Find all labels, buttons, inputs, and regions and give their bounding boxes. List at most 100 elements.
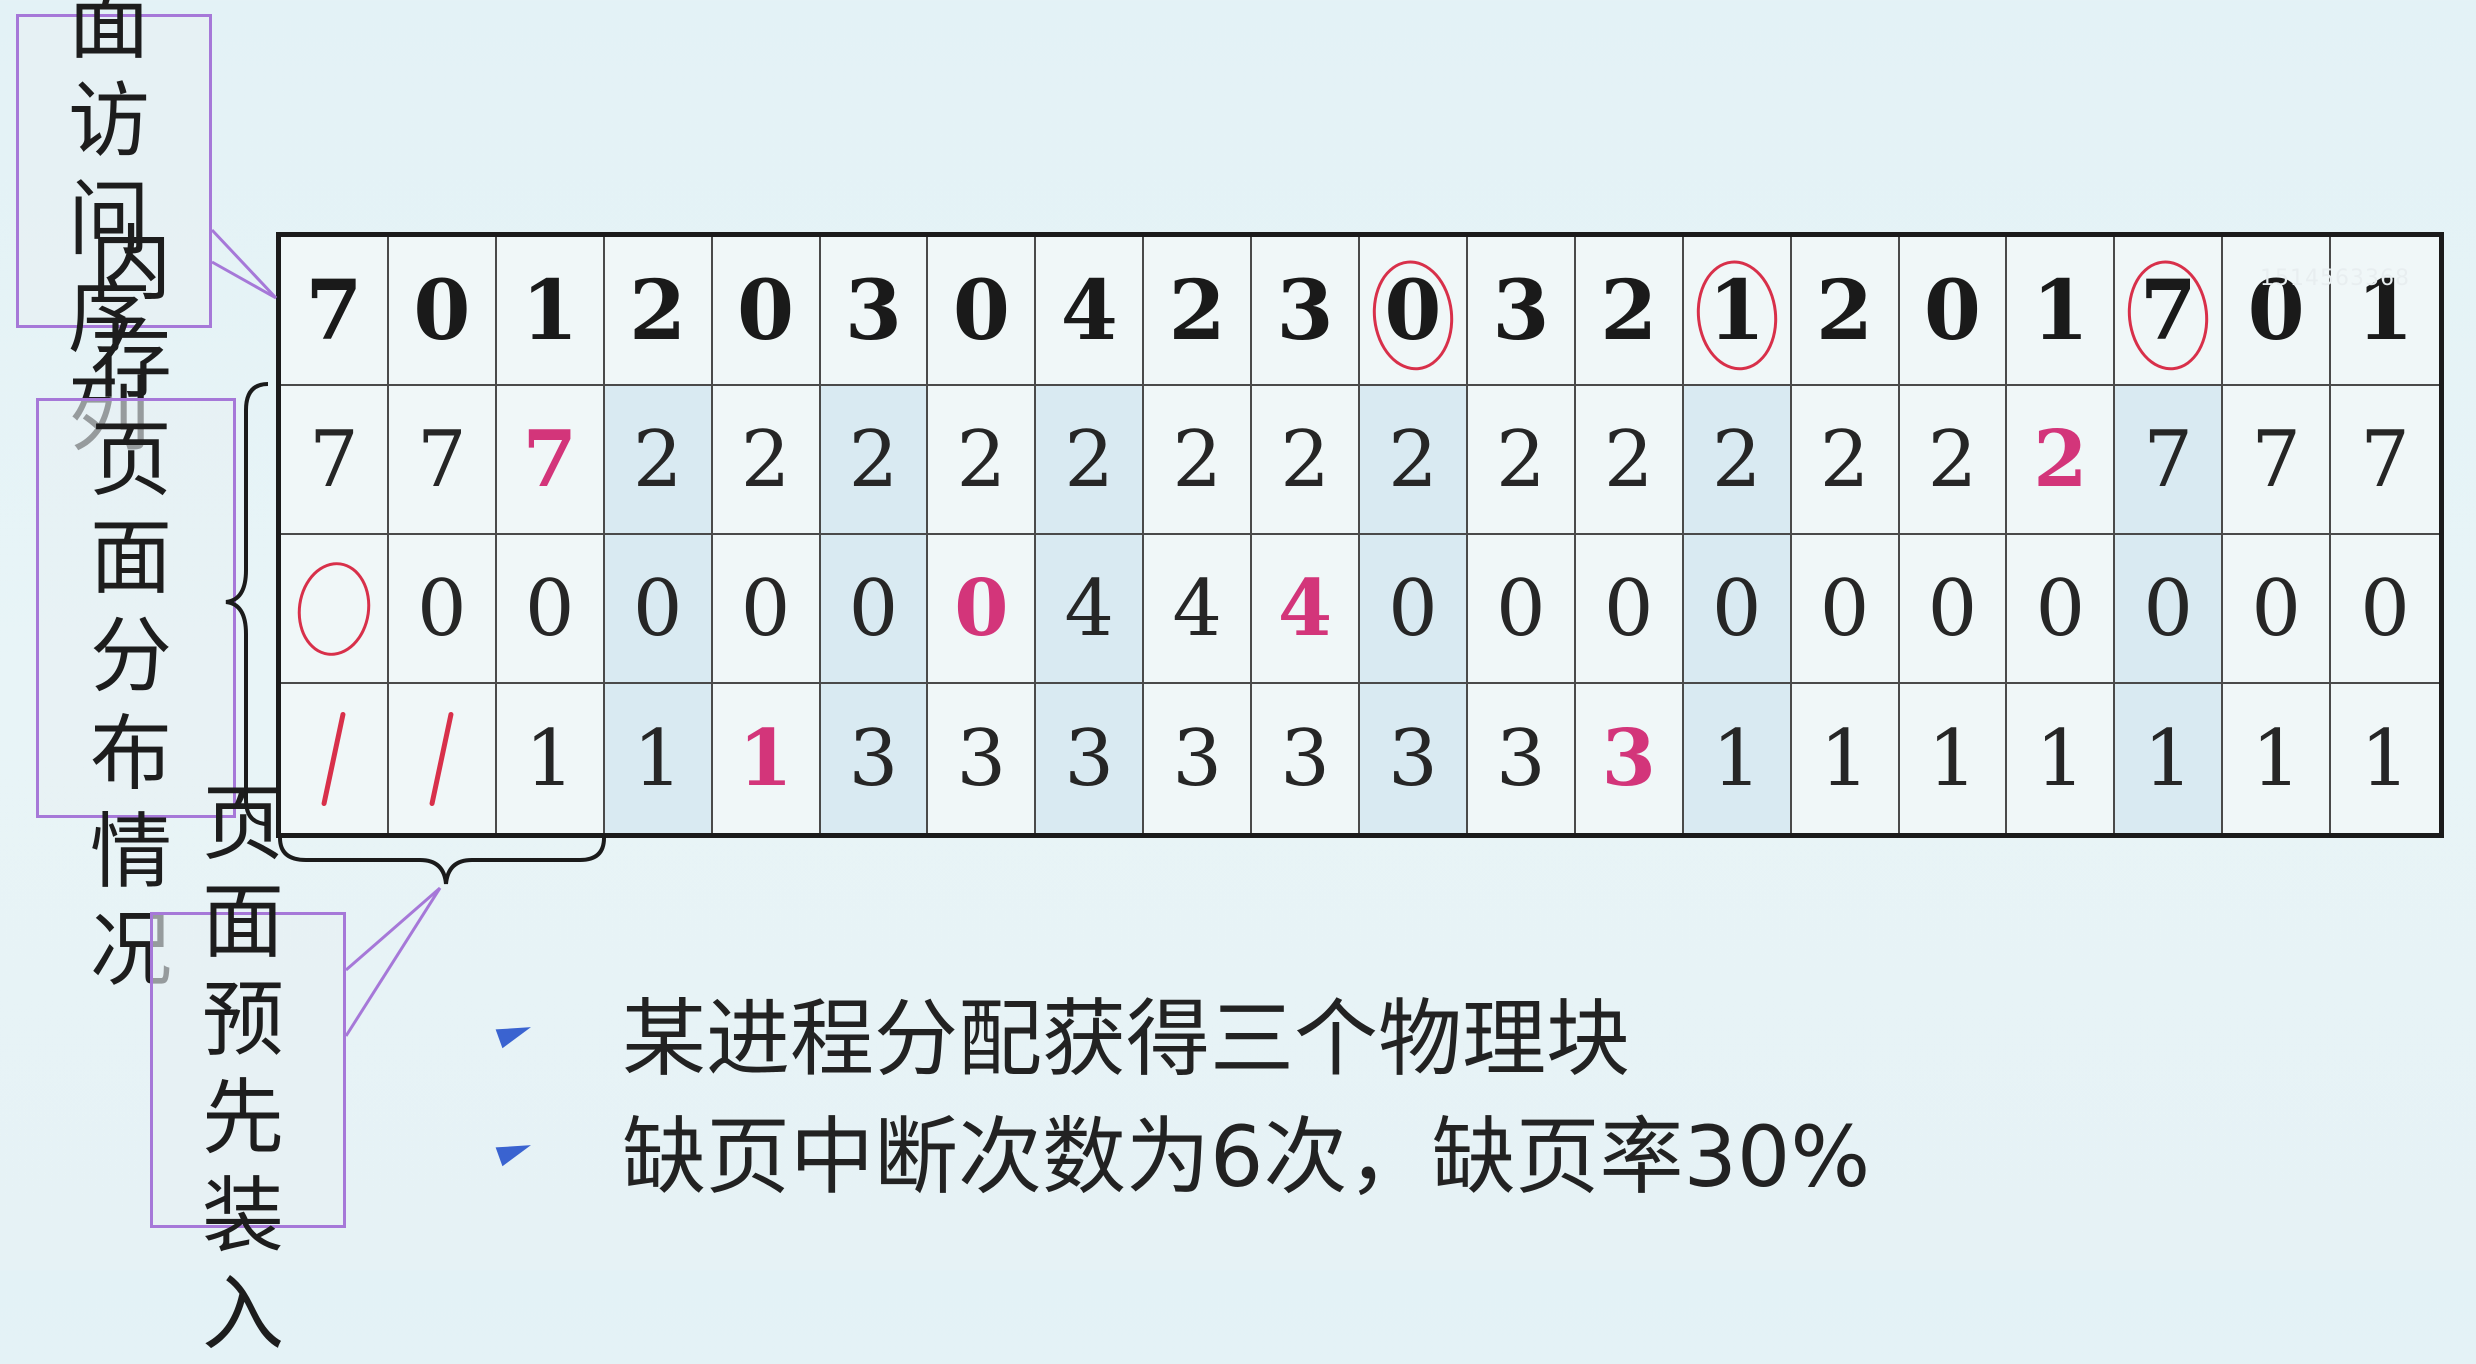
frame-cell: 0 [2223,535,2332,684]
frame-value: 7 [2143,414,2194,505]
sequence-cell: 0 [1360,237,1468,386]
handwritten-stroke-mark [321,711,347,806]
frame-cell: 7 [281,386,389,535]
sequence-cell: 3 [1467,237,1576,386]
frame-cell: 2 [1899,386,2008,535]
frame-value: 1 [2251,713,2301,804]
frame-cell: 7 [388,386,497,535]
frame-cell: 2 [1791,386,1900,535]
frame-cell: 2 [604,386,713,535]
sequence-cell: 1 [496,237,605,386]
sequence-value: 0 [413,262,471,359]
frame-cell [389,684,497,833]
frame-value: 0 [417,563,467,654]
sequence-value: 0 [737,262,795,359]
frame-value: 2 [1064,414,1115,505]
sequence-value: 0 [1923,262,1981,359]
frame-cell: 2 [1683,386,1792,535]
frame-value: 0 [2035,563,2086,654]
sequence-cell: 1 [1683,237,1792,386]
frame-cell: 0 [1467,535,1576,684]
frame-cell: 2 [1252,386,1360,535]
frame-cell: 0 [928,535,1037,684]
frame-cell: 3 [928,684,1037,833]
frame-cell: 0 [1360,535,1468,684]
sequence-cell: 2 [604,237,713,386]
frame-value: 1 [1927,713,1978,804]
frame-value: 3 [848,713,899,804]
sequence-cell: 3 [1252,237,1360,386]
frame-value: 0 [1927,563,1978,654]
frame-value: 1 [1711,713,1762,804]
frame-cell: 0 [496,535,605,684]
frame-value: 2 [1280,414,1330,505]
page-replacement-table: 7012030423032120170177722222222222222777… [276,232,2444,838]
frame-cell: 3 [820,684,929,833]
sequence-value: 0 [952,262,1010,359]
watermark: 1514563368 [2260,266,2410,291]
frame-value: 2 [632,414,683,505]
sequence-cell: 0 [928,237,1037,386]
frame-value: 2 [740,414,791,505]
sequence-value: 1 [1708,262,1766,359]
frame-value: 0 [1819,563,1870,654]
frame-value: 7 [2360,414,2410,505]
sequence-value: 7 [2139,262,2197,359]
frame-value: 2 [1496,414,1546,505]
sequence-cell: 1 [2331,237,2439,386]
frame-value: 4 [1172,563,1222,654]
frame-value: 0 [740,563,791,654]
sequence-cell: 0 [2223,237,2332,386]
frame-cell [281,535,389,684]
frame-cell: 3 [1036,684,1145,833]
bullet-item: 某进程分配获得三个物理块 [495,972,1630,1093]
frame-cell: 4 [1036,535,1145,684]
arrow-bullet-icon [495,1135,535,1166]
frame-value: 2 [1711,414,1762,505]
frame-cell: 2 [1467,386,1576,535]
memory-label-box: 内存页面分布情况 [36,217,236,998]
frame-cell: 2 [928,386,1037,535]
preload-pointer-line [344,887,442,1037]
frame-cell: 0 [1899,535,2008,684]
frame-cell: 1 [2007,684,2116,833]
frame-value: 4 [1277,563,1333,654]
frame-value: 2 [1819,414,1870,505]
frame-cell: 1 [1900,684,2008,833]
frame-cell: 1 [2223,684,2332,833]
frame-cell: 3 [1576,684,1684,833]
frame-value: 0 [2251,563,2301,654]
frame-value: 7 [417,414,467,505]
frame-value: 2 [1927,414,1978,505]
frame-value: 1 [2143,713,2194,804]
frame-cell: 3 [1360,684,1468,833]
frame-value: 2 [2033,414,2088,505]
frame-value: 2 [1388,414,1438,505]
frame-value: 0 [954,563,1009,654]
frame-cell: 2 [2007,386,2116,535]
sequence-value: 1 [521,262,579,359]
frame-value: 3 [1064,713,1115,804]
frame-value: 0 [2143,563,2194,654]
frame-cell: 1 [2115,684,2224,833]
bullet-text: 缺页中断次数为6次，缺页率30% [622,1108,1871,1206]
frame-cell: 3 [1144,684,1253,833]
frame-value: 1 [2360,713,2410,804]
frame-cell: 2 [1036,386,1145,535]
frame-cell: 2 [1360,386,1468,535]
frame-value: 4 [1064,563,1115,654]
frame-cell: 2 [712,386,821,535]
frame-cell: 0 [2007,535,2116,684]
bullet-item: 缺页中断次数为6次，缺页率30% [495,1090,1871,1211]
frame-cell: 0 [604,535,713,684]
frame-cell: 4 [1144,535,1253,684]
frame-value: 0 [1496,563,1546,654]
sequence-cell: 2 [1144,237,1253,386]
frame-cell: 0 [1683,535,1792,684]
sequence-value: 3 [1492,262,1550,359]
frame-cell: 3 [1468,684,1576,833]
frame-cell: 1 [1792,684,1900,833]
frame-cell: 0 [1791,535,1900,684]
frame-cell: 1 [2331,684,2439,833]
sequence-cell: 4 [1036,237,1145,386]
